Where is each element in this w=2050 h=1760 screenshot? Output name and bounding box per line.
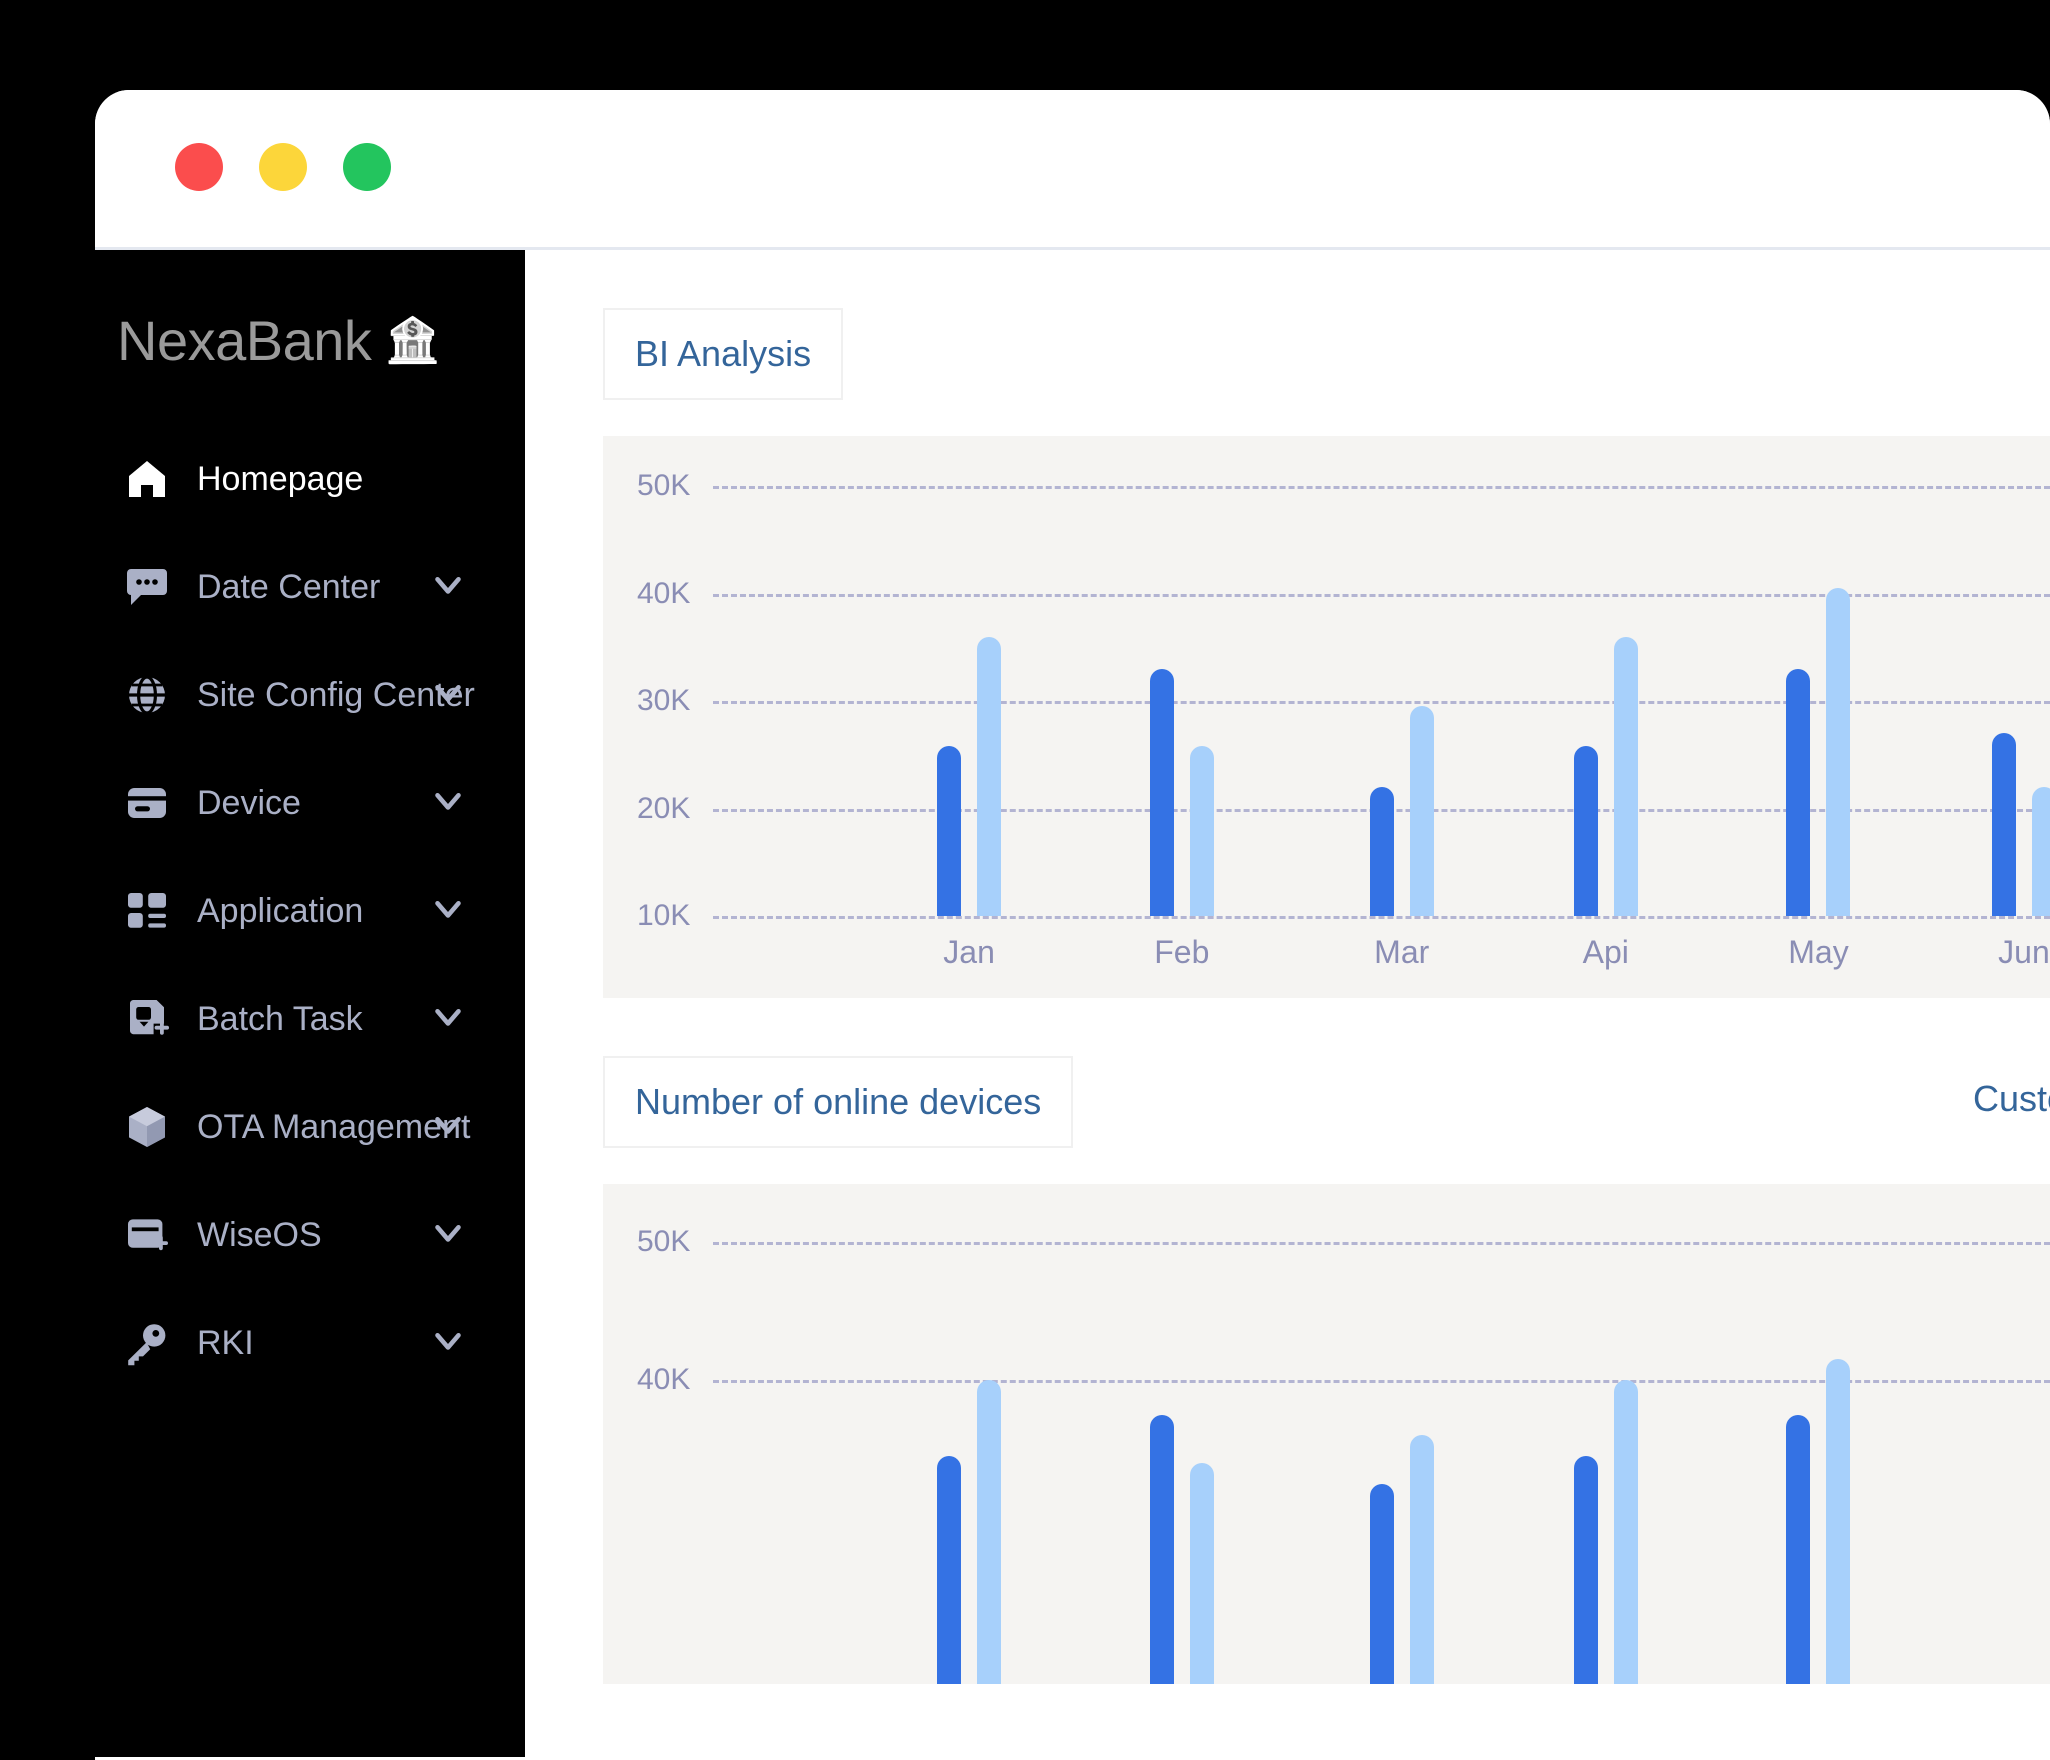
bar-mar-series-1 [1369,787,1394,916]
sidebar: NexaBank 🏦 Homepage Date Center Site Con… [95,250,525,1757]
bar-jan-series-1 [937,746,962,916]
tab-bi-analysis[interactable]: BI Analysis [603,308,844,400]
bi-analysis-tabrow: BI Analysis [603,308,2050,400]
sidebar-item-label: WiseOS [197,1215,322,1254]
brand-name: NexaBank [117,309,372,372]
chevron-down-icon[interactable] [427,996,469,1043]
online-devices-plot: 40K 50K [603,1184,2050,1684]
sidebar-item-rki[interactable]: RKI [95,1289,525,1397]
sidebar-item-application[interactable]: Application [95,857,525,965]
x-axis-tick-label: May [1788,934,1849,970]
chat-bubble-icon [119,563,175,611]
home-icon [119,455,175,503]
x-axis-tick-label: Feb [1154,934,1210,970]
bar-jun-series-2 [2031,787,2050,916]
window-add-icon [119,1211,175,1259]
cube-icon [119,1103,175,1151]
browser-window: NexaBank 🏦 Homepage Date Center Site Con… [95,90,2050,1760]
chevron-down-icon[interactable] [427,564,469,611]
chevron-down-icon[interactable] [427,1320,469,1367]
window-titlebar [95,90,2050,250]
sidebar-item-label: Batch Task [197,999,363,1038]
sidebar-item-label: Homepage [197,459,364,498]
y-axis-tick-label: 50K [637,1225,691,1258]
bar-jun-series-1 [1991,733,2016,916]
sidebar-item-homepage[interactable]: Homepage [95,425,525,533]
bar-jan-series-2 [977,1380,1002,1684]
close-button[interactable] [175,143,223,191]
y-axis-tick-label: 30K [637,684,691,717]
bar-api-series-2 [1613,636,1638,916]
sidebar-item-label: Device [197,783,301,822]
bar-jan-series-2 [977,636,1002,916]
tab-number-of-online-devices[interactable]: Number of online devices [603,1056,1074,1148]
chevron-down-icon[interactable] [427,888,469,935]
sidebar-item-wiseos[interactable]: WiseOS [95,1181,525,1289]
bar-api-series-2 [1613,1380,1638,1684]
bar-feb-series-2 [1189,746,1214,916]
task-add-icon [119,995,175,1043]
sidebar-item-batch-task[interactable]: Batch Task [95,965,525,1073]
bar-jan-series-1 [937,1455,962,1684]
x-axis-tick-label: Mar [1374,934,1430,970]
sidebar-item-label: Date Center [197,567,381,606]
y-axis-tick-label: 50K [637,469,691,502]
screenshot-root: NexaBank 🏦 Homepage Date Center Site Con… [0,0,2050,1760]
sidebar-item-ota-management[interactable]: OTA Management [95,1073,525,1181]
chevron-down-icon[interactable] [427,1104,469,1151]
bank-icon: 🏦 [385,315,441,365]
x-axis-tick-label: Api [1582,934,1629,970]
gridline [713,486,2050,489]
bar-api-series-1 [1573,1455,1598,1684]
online-devices-chart-panel: 40K 50K [603,1184,2050,1684]
brand-logo: NexaBank 🏦 [95,250,525,373]
y-axis-tick-label: 20K [637,791,691,825]
bar-may-series-2 [1826,588,1851,916]
sidebar-item-label: Application [197,891,364,930]
bar-mar-series-2 [1409,706,1434,916]
y-axis-tick-label: 40K [637,576,691,610]
sidebar-item-date-center[interactable]: Date Center [95,533,525,641]
card-reader-icon [119,779,175,827]
window-controls [175,143,391,191]
bar-api-series-1 [1573,746,1598,916]
tab-customer[interactable]: Custo [1973,1078,2050,1120]
bar-may-series-1 [1786,1414,1811,1684]
key-icon [119,1319,175,1367]
globe-icon [119,671,175,719]
x-axis-tick-label: Jun [1998,934,2050,970]
bar-may-series-2 [1826,1359,1851,1684]
bi-analysis-chart-panel: 10K 20K 30K 40K 50K Jan Feb Mar Api May Jun [603,436,2050,998]
app-grid-icon [119,887,175,935]
gridline [713,1242,2050,1245]
y-axis-tick-label: 10K [637,899,691,932]
minimize-button[interactable] [259,143,307,191]
y-axis-tick-label: 40K [637,1363,691,1396]
x-axis-tick-label: Jan [943,934,995,970]
chevron-down-icon[interactable] [427,780,469,827]
gridline [713,916,2050,919]
bar-mar-series-1 [1369,1483,1394,1684]
bar-may-series-1 [1786,668,1811,916]
sidebar-item-label: RKI [197,1323,254,1362]
maximize-button[interactable] [343,143,391,191]
bar-feb-series-1 [1149,1414,1174,1684]
online-devices-tabrow: Number of online devices Custo [603,1056,2050,1148]
window-body: NexaBank 🏦 Homepage Date Center Site Con… [95,250,2050,1757]
bi-analysis-plot: 10K 20K 30K 40K 50K Jan Feb Mar Api May Jun [603,436,2050,998]
sidebar-item-device[interactable]: Device [95,749,525,857]
bar-mar-series-2 [1409,1435,1434,1684]
sidebar-item-site-config-center[interactable]: Site Config Center [95,641,525,749]
bar-feb-series-2 [1189,1462,1214,1684]
main-content: BI Analysis 10K 20K 30K 40K 50K Jan Feb Mar Api M… [525,250,2050,1757]
chevron-down-icon[interactable] [427,672,469,719]
sidebar-nav: Homepage Date Center Site Config Center … [95,425,525,1397]
chevron-down-icon[interactable] [427,1212,469,1259]
bar-feb-series-1 [1149,668,1174,916]
